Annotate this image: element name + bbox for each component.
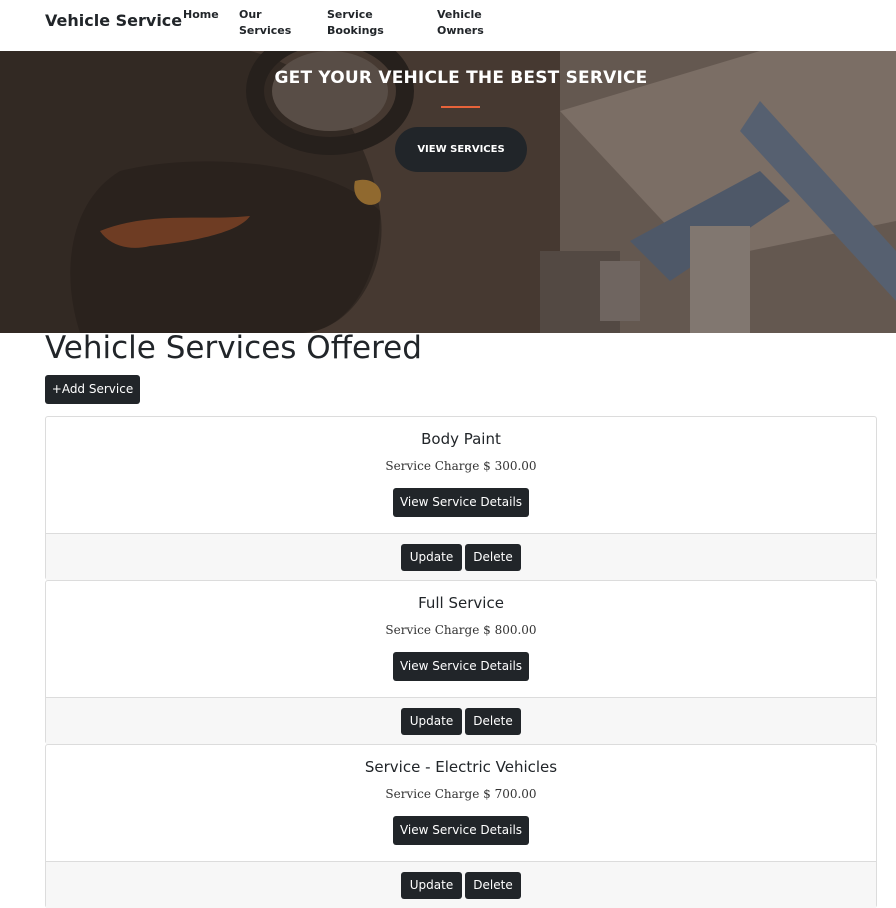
service-card-footer: Update Delete — [46, 697, 876, 744]
service-name: Full Service — [418, 594, 504, 612]
view-services-button[interactable]: VIEW SERVICES — [395, 127, 527, 172]
update-button[interactable]: Update — [401, 544, 462, 571]
service-charge: Service Charge $ 700.00 — [385, 787, 537, 801]
service-card-footer: Update Delete — [46, 861, 876, 908]
service-charge: Service Charge $ 800.00 — [385, 623, 537, 637]
service-card-body: Service - Electric Vehicles Service Char… — [46, 745, 876, 861]
service-charge: Service Charge $ 300.00 — [385, 459, 537, 473]
hero-title: GET YOUR VEHICLE THE BEST SERVICE — [274, 68, 648, 88]
hero-background-image — [0, 51, 896, 333]
service-card-footer: Update Delete — [46, 533, 876, 580]
delete-button[interactable]: Delete — [465, 708, 521, 735]
view-service-details-button[interactable]: View Service Details — [393, 816, 529, 845]
update-button[interactable]: Update — [401, 708, 462, 735]
delete-button[interactable]: Delete — [465, 544, 521, 571]
nav-link-service-bookings[interactable]: Service Bookings — [327, 7, 384, 39]
view-service-details-button[interactable]: View Service Details — [393, 488, 529, 517]
view-service-details-button[interactable]: View Service Details — [393, 652, 529, 681]
brand-logo[interactable]: Vehicle Service — [45, 11, 182, 30]
hero-banner: GET YOUR VEHICLE THE BEST SERVICE VIEW S… — [0, 51, 896, 333]
service-name: Service - Electric Vehicles — [364, 758, 558, 776]
service-card: Body Paint Service Charge $ 300.00 View … — [45, 416, 877, 580]
delete-button[interactable]: Delete — [465, 872, 521, 899]
service-card: Full Service Service Charge $ 800.00 Vie… — [45, 580, 877, 744]
nav-link-our-services[interactable]: Our Services — [239, 7, 291, 39]
service-card-body: Full Service Service Charge $ 800.00 Vie… — [46, 581, 876, 697]
page-title: Vehicle Services Offered — [45, 330, 422, 366]
hero-divider — [441, 106, 480, 108]
nav-link-home[interactable]: Home — [183, 7, 219, 23]
service-card-body: Body Paint Service Charge $ 300.00 View … — [46, 417, 876, 533]
update-button[interactable]: Update — [401, 872, 462, 899]
add-service-button[interactable]: +Add Service — [45, 375, 140, 404]
service-name: Body Paint — [421, 430, 501, 448]
nav-link-vehicle-owners[interactable]: Vehicle Owners — [437, 7, 484, 39]
service-card: Service - Electric Vehicles Service Char… — [45, 744, 877, 908]
navbar: Vehicle Service Home Our Services Servic… — [0, 0, 896, 51]
